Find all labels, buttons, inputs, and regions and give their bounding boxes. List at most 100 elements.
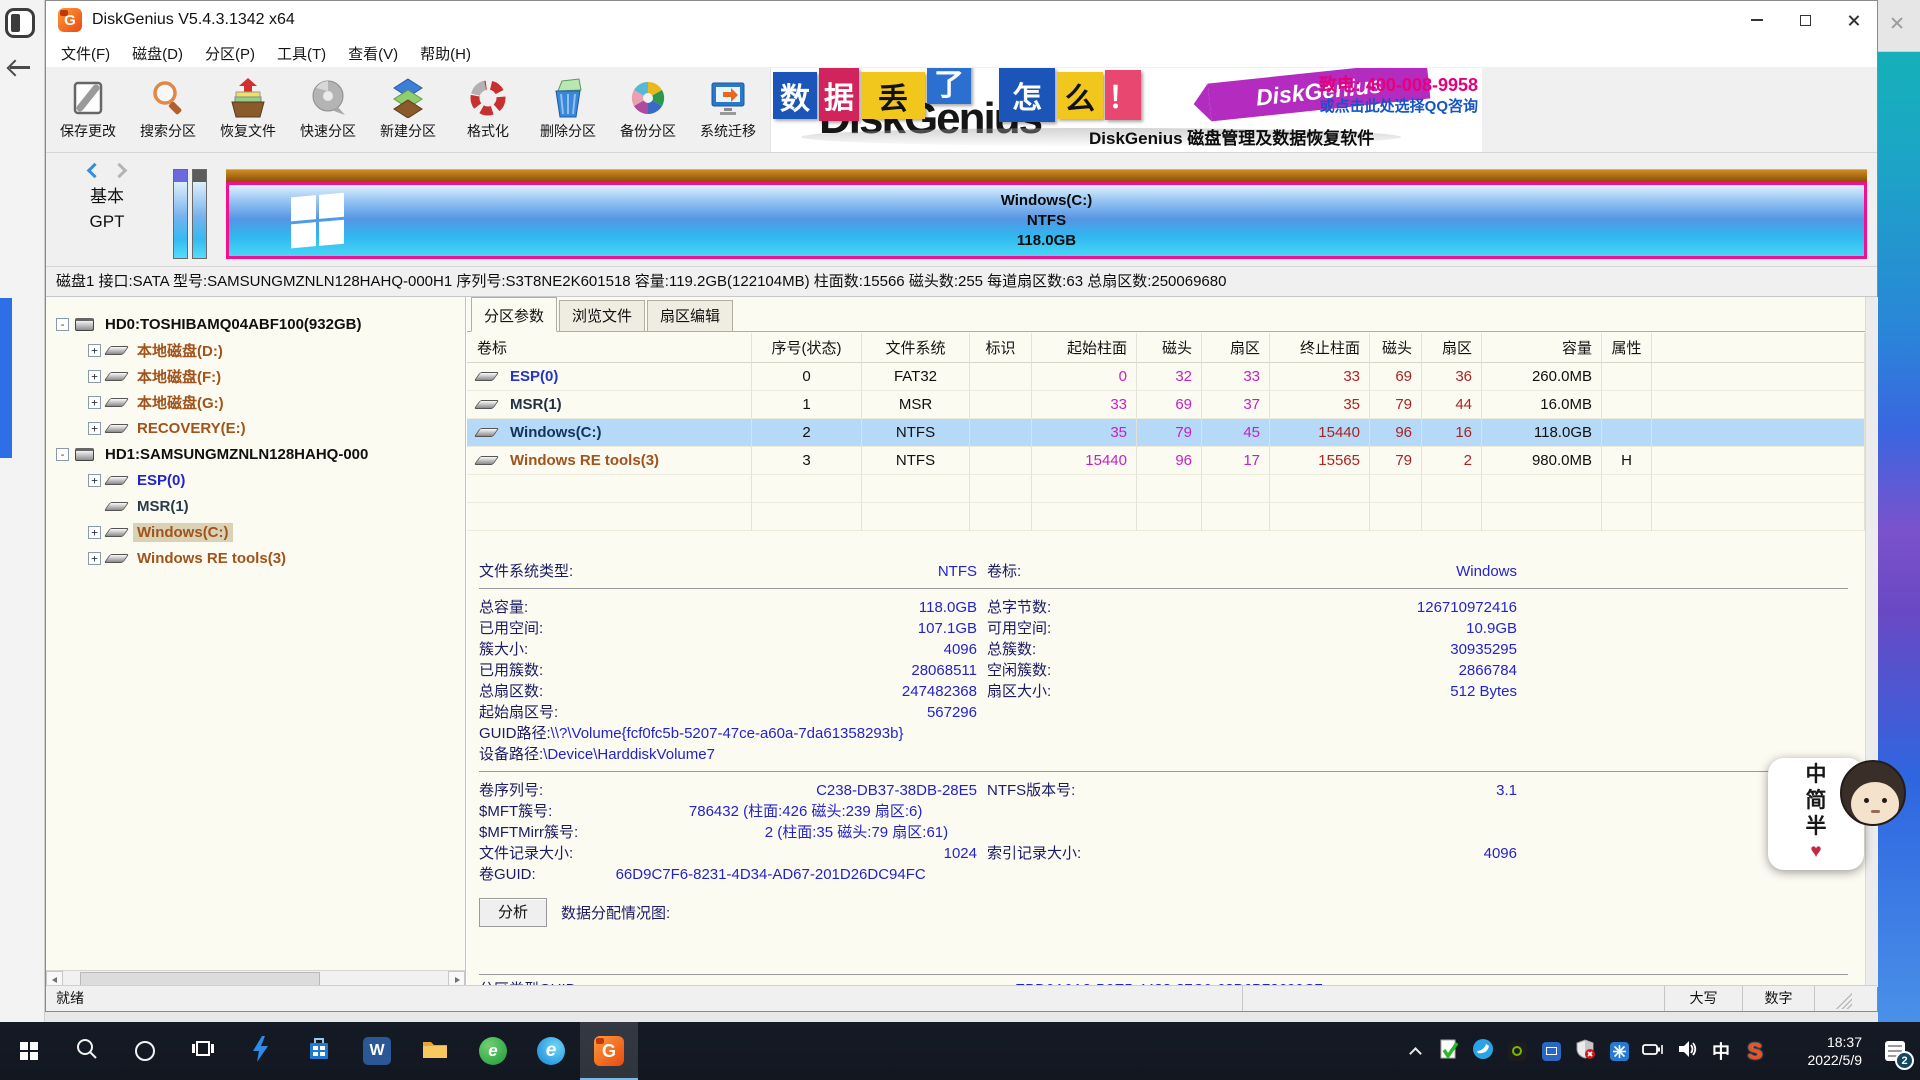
menu-view[interactable]: 查看(V) bbox=[337, 43, 409, 64]
menu-disk[interactable]: 磁盘(D) bbox=[121, 43, 194, 64]
background-app-icon[interactable] bbox=[5, 8, 35, 38]
tab-sector-edit[interactable]: 扇区编辑 bbox=[647, 300, 733, 331]
prev-disk-icon[interactable] bbox=[87, 163, 103, 179]
system-migrate-button[interactable]: 系统迁移 bbox=[688, 69, 768, 149]
resize-grip[interactable] bbox=[1836, 993, 1852, 1009]
tree-item-windows-c[interactable]: + Windows(C:) bbox=[46, 519, 465, 545]
tray-defender[interactable] bbox=[1568, 1022, 1602, 1080]
task-view-button[interactable] bbox=[174, 1022, 232, 1080]
snowflake-icon bbox=[1610, 1042, 1629, 1061]
tree-item-label: 本地磁盘(D:) bbox=[133, 339, 227, 362]
recover-files-icon bbox=[228, 78, 268, 118]
collapse-icon[interactable]: - bbox=[56, 318, 69, 331]
action-center-button[interactable]: 2 bbox=[1870, 1022, 1920, 1080]
statusbar: 就绪 大写 数字 bbox=[46, 985, 1877, 1011]
taskbar-app-store[interactable] bbox=[290, 1022, 348, 1080]
taskbar-search-button[interactable] bbox=[58, 1022, 116, 1080]
analyze-button[interactable]: 分析 bbox=[479, 898, 547, 927]
edge-icon: e bbox=[537, 1037, 565, 1065]
banner-qq-link[interactable]: 或点击此处选择QQ咨询 bbox=[1319, 96, 1478, 118]
bird-icon bbox=[1473, 1039, 1493, 1064]
tray-power[interactable] bbox=[1636, 1022, 1670, 1080]
tray-messenger[interactable] bbox=[1466, 1022, 1500, 1080]
tree-item-msr[interactable]: MSR(1) bbox=[46, 493, 465, 519]
maximize-button[interactable] bbox=[1781, 1, 1829, 39]
search-partition-button[interactable]: 搜索分区 bbox=[128, 69, 208, 149]
format-button[interactable]: 格式化 bbox=[448, 69, 528, 149]
menu-tools[interactable]: 工具(T) bbox=[266, 43, 337, 64]
green-browser-icon: e bbox=[479, 1037, 507, 1065]
tree-item-local-disk-g[interactable]: + 本地磁盘(G:) bbox=[46, 389, 465, 415]
tree-item-recovery-e[interactable]: + RECOVERY(E:) bbox=[46, 415, 465, 441]
tray-expand-button[interactable] bbox=[1398, 1022, 1432, 1080]
expand-icon[interactable]: + bbox=[88, 422, 101, 435]
minimize-button[interactable] bbox=[1733, 1, 1781, 39]
tree-item-local-disk-f[interactable]: + 本地磁盘(F:) bbox=[46, 363, 465, 389]
scrollbar-thumb[interactable] bbox=[80, 972, 320, 986]
toolbar: 保存更改 搜索分区 恢复文件 快速分区 新建分区 格式化 bbox=[46, 67, 1877, 153]
task-view-icon bbox=[192, 1040, 214, 1063]
menu-partition[interactable]: 分区(P) bbox=[194, 43, 266, 64]
panel-right-edge bbox=[1865, 297, 1878, 987]
table-row-windows-re[interactable]: Windows RE tools(3) 3 NTFS 15440 96 17 1… bbox=[467, 447, 1865, 475]
tree-item-hd0[interactable]: - HD0:TOSHIBAMQ04ABF100(932GB) bbox=[46, 311, 465, 337]
taskbar-clock[interactable]: 18:37 2022/5/9 bbox=[1776, 1033, 1862, 1069]
tree-item-windows-re[interactable]: + Windows RE tools(3) bbox=[46, 545, 465, 571]
tray-ime-indicator[interactable]: 中 bbox=[1704, 1022, 1738, 1080]
tray-antivirus[interactable] bbox=[1432, 1022, 1466, 1080]
ime-sticker-face bbox=[1840, 760, 1906, 826]
ime-heart-icon[interactable]: ♥ bbox=[1768, 840, 1864, 864]
delete-partition-button[interactable]: 删除分区 bbox=[528, 69, 608, 149]
tray-sogou[interactable]: S bbox=[1738, 1022, 1772, 1080]
tree-item-hd1[interactable]: - HD1:SAMSUNGMZNLN128HAHQ-000 bbox=[46, 441, 465, 467]
table-row-msr[interactable]: MSR(1) 1 MSR 33 69 37 35 79 44 16.0MB bbox=[467, 391, 1865, 419]
taskbar-app-edge[interactable]: e bbox=[522, 1022, 580, 1080]
tab-partition-parameters[interactable]: 分区参数 bbox=[471, 297, 557, 332]
expand-icon[interactable]: + bbox=[88, 552, 101, 565]
expand-icon[interactable]: + bbox=[88, 370, 101, 383]
tray-snowflake[interactable] bbox=[1602, 1022, 1636, 1080]
tray-volume[interactable] bbox=[1670, 1022, 1704, 1080]
start-button[interactable] bbox=[0, 1022, 58, 1080]
search-icon bbox=[148, 78, 188, 118]
table-row-windows-c[interactable]: Windows(C:) 2 NTFS 35 79 45 15440 96 16 … bbox=[467, 419, 1865, 447]
taskbar-app-browser-green[interactable]: e bbox=[464, 1022, 522, 1080]
promo-banner[interactable]: DiskGenius 数 据 丢 了 怎 么 ！ DiskGenius 致电: … bbox=[770, 68, 1482, 152]
tab-browse-files[interactable]: 浏览文件 bbox=[559, 300, 645, 331]
esp-partition-block[interactable] bbox=[173, 169, 188, 259]
titlebar: G DiskGenius V5.4.3.1342 x64 bbox=[46, 1, 1877, 39]
background-close-icon[interactable] bbox=[1890, 16, 1904, 30]
expand-icon[interactable]: + bbox=[88, 474, 101, 487]
expand-icon[interactable]: + bbox=[88, 526, 101, 539]
taskbar: W e e G 中 S 18:37 2022/5/9 bbox=[0, 1022, 1920, 1080]
taskbar-app-flash[interactable] bbox=[232, 1022, 290, 1080]
ime-mode-halfwidth[interactable]: 半 bbox=[1768, 814, 1864, 840]
expand-icon[interactable]: + bbox=[88, 396, 101, 409]
menu-help[interactable]: 帮助(H) bbox=[409, 43, 482, 64]
new-partition-button[interactable]: 新建分区 bbox=[368, 69, 448, 149]
menu-file[interactable]: 文件(F) bbox=[50, 43, 121, 64]
backup-partition-button[interactable]: 备份分区 bbox=[608, 69, 688, 149]
windows-c-partition-block[interactable]: Windows(C:) NTFS 118.0GB bbox=[226, 169, 1867, 259]
taskbar-app-word[interactable]: W bbox=[348, 1022, 406, 1080]
quick-partition-button[interactable]: 快速分区 bbox=[288, 69, 368, 149]
cortana-button[interactable] bbox=[116, 1022, 174, 1080]
close-button[interactable] bbox=[1829, 1, 1877, 39]
recover-files-button[interactable]: 恢复文件 bbox=[208, 69, 288, 149]
table-row-esp[interactable]: ESP(0) 0 FAT32 0 32 33 33 69 36 260.0MB bbox=[467, 363, 1865, 391]
msr-partition-block[interactable] bbox=[192, 169, 207, 259]
tray-intel-graphics[interactable] bbox=[1534, 1022, 1568, 1080]
partition-icon bbox=[104, 346, 129, 355]
taskbar-app-file-explorer[interactable] bbox=[406, 1022, 464, 1080]
tray-nvidia[interactable] bbox=[1500, 1022, 1534, 1080]
next-disk-icon[interactable] bbox=[112, 163, 128, 179]
table-row-empty bbox=[467, 503, 1865, 531]
tree-item-label: Windows(C:) bbox=[133, 523, 233, 542]
expand-icon[interactable]: + bbox=[88, 344, 101, 357]
save-changes-button[interactable]: 保存更改 bbox=[48, 69, 128, 149]
taskbar-app-diskgenius[interactable]: G bbox=[580, 1022, 638, 1080]
tree-item-local-disk-d[interactable]: + 本地磁盘(D:) bbox=[46, 337, 465, 363]
tree-item-esp[interactable]: + ESP(0) bbox=[46, 467, 465, 493]
partition-bar-fs: NTFS bbox=[1001, 211, 1093, 231]
collapse-icon[interactable]: - bbox=[56, 448, 69, 461]
